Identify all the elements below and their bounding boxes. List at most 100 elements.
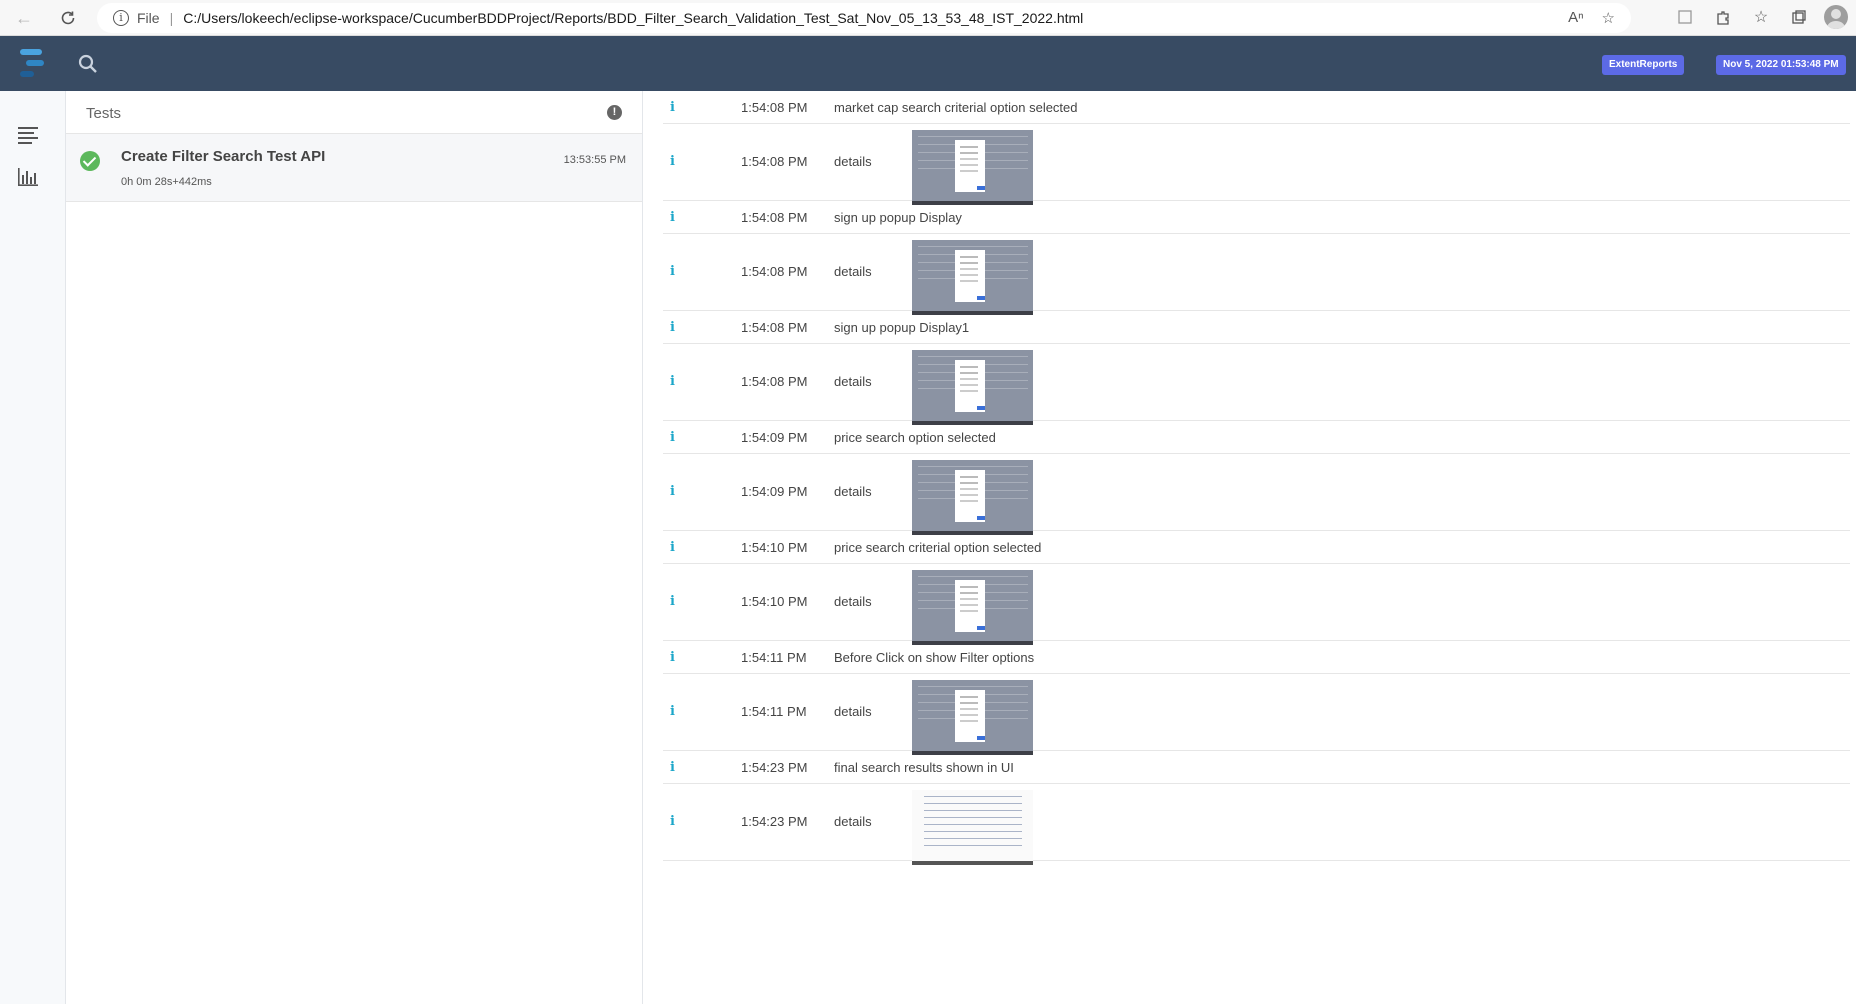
back-arrow-icon[interactable]: ← [10,4,38,32]
log-time: 1:54:08 PM [741,210,808,225]
details-label: details [834,484,872,499]
thumbnail-popup-button [977,736,985,740]
thumbnail-popup [955,580,985,632]
thumbnail-popup [955,690,985,742]
collections-icon[interactable] [1786,4,1812,30]
log-message: price search option selected [834,430,996,445]
details-label: details [834,374,872,389]
log-time: 1:54:08 PM [741,320,808,335]
thumbnail-popup-button [977,186,985,190]
screenshot-thumbnail[interactable] [912,240,1033,315]
log-time: 1:54:09 PM [741,484,808,499]
info-icon: i [670,760,675,775]
thumbnail-popup-button [977,626,985,630]
test-start-time: 13:53:55 PM [563,154,626,166]
log-row: i 1:54:08 PM sign up popup Display [663,201,1850,234]
info-icon: i [670,100,675,115]
log-row: i 1:54:11 PM Before Click on show Filter o… [663,641,1850,674]
log-message: market cap search criterial option selec… [834,100,1078,115]
thumbnail-popup [955,140,985,192]
info-icon: i [670,154,675,169]
search-icon[interactable] [78,54,98,74]
test-duration: 0h 0m 28s+442ms [121,176,212,188]
log-row: i 1:54:10 PM price search criterial option… [663,531,1850,564]
favorites-icon[interactable]: ☆ [1748,4,1774,30]
screenshot-thumbnail[interactable] [912,570,1033,645]
log-time: 1:54:09 PM [741,430,808,445]
brand-badge: ExtentReports [1602,55,1685,75]
log-time: 1:54:10 PM [741,594,808,609]
reload-icon[interactable] [54,4,82,32]
screenshot-thumbnail[interactable] [912,680,1033,755]
browser-toolbar-icons: ☆ [1672,4,1856,30]
pass-check-icon [80,151,100,171]
screenshot-thumbnail[interactable] [912,460,1033,535]
log-time: 1:54:11 PM [741,650,807,665]
extent-logo-icon[interactable] [18,46,48,82]
screenshot-thumbnail[interactable] [912,130,1033,205]
status-filter-icon[interactable]: ! [607,105,622,120]
log-row: i 1:54:08 PM sign up popup Display1 [663,311,1850,344]
details-label: details [834,264,872,279]
tests-panel-header: Tests ! [66,91,642,134]
info-icon: i [670,540,675,555]
log-row-screenshot: i 1:54:09 PM details [663,454,1850,535]
info-icon: i [670,650,675,665]
thumbnail-popup [955,470,985,522]
details-label: details [834,594,872,609]
details-label: details [834,814,872,829]
screenshot-thumbnail[interactable] [912,350,1033,425]
dashboard-chart-icon[interactable] [17,167,39,187]
profile-avatar[interactable] [1824,5,1848,29]
url-separator: | [169,10,174,26]
info-icon: i [670,704,675,719]
thumbnail-popup-button [977,406,985,410]
thumbnail-popup [955,360,985,412]
add-favorite-icon[interactable]: ☆ [1602,9,1615,27]
info-icon: i [670,484,675,499]
report-date-badge: Nov 5, 2022 01:53:48 PM [1716,55,1846,75]
log-time: 1:54:11 PM [741,704,807,719]
log-message: sign up popup Display1 [834,320,970,335]
thumbnail-page-content [924,796,1022,852]
log-time: 1:54:23 PM [741,760,808,775]
split-screen-icon[interactable] [1672,4,1698,30]
extensions-icon[interactable] [1710,4,1736,30]
address-bar[interactable]: i File | C:/Users/lokeech/eclipse-worksp… [97,3,1631,33]
log-time: 1:54:08 PM [741,100,808,115]
screenshot-thumbnail[interactable] [912,790,1033,865]
read-aloud-icon[interactable]: Aⁿ [1568,9,1583,27]
log-row-screenshot: i 1:54:08 PM details [663,344,1850,425]
info-icon: i [670,594,675,609]
log-time: 1:54:08 PM [741,374,808,389]
log-row-screenshot: i 1:54:11 PM details [663,674,1850,755]
tests-title: Tests [86,105,122,122]
log-time: 1:54:08 PM [741,154,808,169]
log-message: Before Click on show Filter options [834,650,1035,665]
test-item[interactable]: Create Filter Search Test API 0h 0m 28s+… [66,134,642,202]
log-row-screenshot: i 1:54:10 PM details [663,564,1850,645]
browser-toolbar: ← i File | C:/Users/lokeech/eclipse-work… [0,0,1856,36]
thumbnail-popup [955,250,985,302]
url-scheme: File [137,10,160,26]
log-row: i 1:54:08 PM market cap search criterial o… [663,91,1850,124]
details-label: details [834,154,872,169]
site-info-icon[interactable]: i [113,10,129,26]
log-message: price search criterial option selected [834,540,1042,555]
log-row-screenshot: i 1:54:08 PM details [663,124,1850,205]
info-icon: i [670,814,675,829]
log-row: i 1:54:23 PM final search results shown in… [663,751,1850,784]
test-log: i 1:54:08 PM market cap search criterial o… [643,91,1856,1004]
info-icon: i [670,210,675,225]
test-list-icon[interactable] [17,125,39,145]
log-message: final search results shown in UI [834,760,1014,775]
test-name: Create Filter Search Test API [121,148,326,165]
info-icon: i [670,430,675,445]
url-text[interactable]: C:/Users/lokeech/eclipse-workspace/Cucum… [183,10,1083,26]
log-message: sign up popup Display [834,210,962,225]
info-icon: i [670,264,675,279]
app-header: ExtentReports Nov 5, 2022 01:53:48 PM [0,36,1856,91]
log-list: i 1:54:08 PM market cap search criterial o… [663,91,1850,865]
log-row-screenshot: i 1:54:23 PM details [663,784,1850,865]
thumbnail-popup-button [977,516,985,520]
